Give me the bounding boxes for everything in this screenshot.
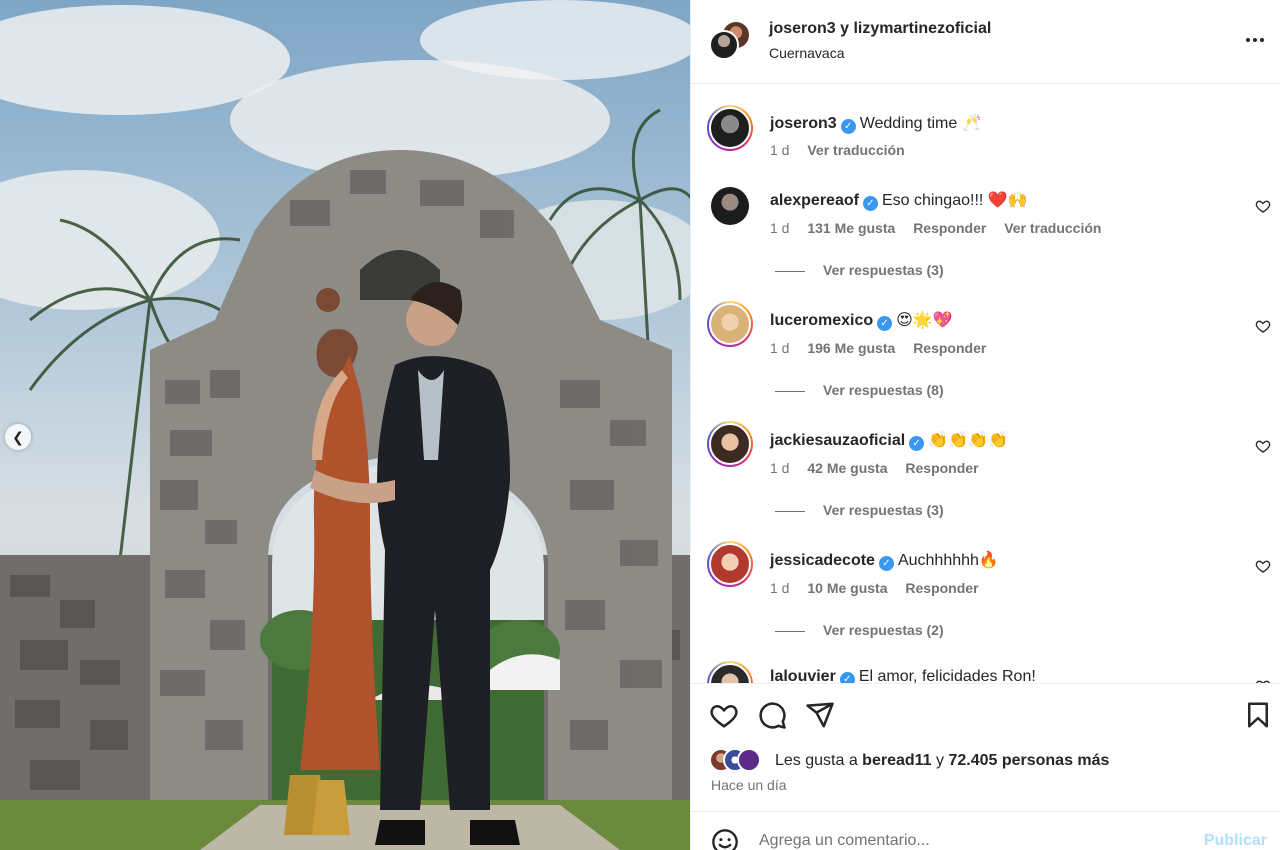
comment-meta: 1 d 196 Me gusta Responder	[770, 340, 1000, 356]
comment-likes[interactable]: 131 Me gusta	[807, 220, 895, 236]
comment-time[interactable]: 1 d	[770, 220, 789, 236]
comment-icon[interactable]	[757, 700, 787, 730]
verified-badge-icon: ✓	[862, 196, 878, 211]
likes-prefix: Les gusta a	[775, 752, 863, 769]
comment-text-line: lalouvier ✓ El amor, felicidades Ron!	[770, 668, 1036, 683]
comment-meta: 1 d 10 Me gusta Responder	[770, 580, 993, 596]
verified-badge-icon: ✓	[878, 556, 894, 571]
reply-button[interactable]: Responder	[913, 220, 986, 236]
comment-username[interactable]: jessicadecote	[770, 552, 875, 569]
comment-text: 😍🌟💖	[896, 312, 953, 329]
avatar[interactable]	[707, 421, 753, 467]
avatar[interactable]	[711, 187, 749, 225]
likes-connector: y	[931, 752, 949, 769]
view-replies-button[interactable]: Ver respuestas (3)	[775, 262, 944, 278]
comment-meta: 1 d 42 Me gusta Responder	[770, 460, 993, 476]
post-sidebar: joseron3 y lizymartinezoficial Cuernavac…	[690, 0, 1280, 850]
verified-badge-icon: ✓	[909, 436, 925, 451]
replies-divider	[775, 390, 805, 392]
reply-button[interactable]: Responder	[913, 340, 986, 356]
view-replies-label[interactable]: Ver respuestas (2)	[823, 622, 944, 638]
post-location[interactable]: Cuernavaca	[769, 45, 845, 61]
heart-icon[interactable]	[1255, 438, 1271, 454]
comment-text-line: jackiesauzaoficial ✓ 👏👏👏👏	[770, 430, 1008, 451]
reply-button[interactable]: Responder	[905, 460, 978, 476]
likes-summary: Les gusta a beread11 y 72.405 personas m…	[775, 752, 1109, 770]
bookmark-icon[interactable]	[1243, 700, 1273, 730]
view-replies-label[interactable]: Ver respuestas (3)	[823, 262, 944, 278]
comment-likes[interactable]: 10 Me gusta	[807, 580, 887, 596]
collab-avatars[interactable]	[709, 20, 753, 64]
verified-badge-icon: ✓	[877, 316, 893, 331]
comment-text-line: alexpereaof ✓ Eso chingao!!! ❤️🙌	[770, 190, 1028, 211]
avatar[interactable]	[707, 105, 753, 151]
heart-icon[interactable]	[1255, 318, 1271, 334]
comment-username[interactable]: luceromexico	[770, 312, 873, 329]
translate-link[interactable]: Ver traducción	[807, 142, 904, 158]
author-username[interactable]: lizymartinezoficial	[853, 20, 991, 37]
author-username[interactable]: joseron3	[769, 20, 836, 37]
liked-by-username[interactable]: beread11	[862, 752, 931, 769]
comment-time[interactable]: 1 d	[770, 580, 789, 596]
post-header: joseron3 y lizymartinezoficial Cuernavac…	[691, 0, 1280, 84]
reply-button[interactable]: Responder	[905, 580, 978, 596]
comment-time[interactable]: 1 d	[770, 340, 789, 356]
chevron-left-icon[interactable]: ❮	[5, 424, 31, 450]
comment-text: El amor, felicidades Ron!	[858, 668, 1036, 683]
comment-time[interactable]: 1 d	[770, 142, 789, 158]
view-replies-label[interactable]: Ver respuestas (3)	[823, 502, 944, 518]
replies-divider	[775, 270, 805, 272]
author-connector: y	[835, 20, 854, 37]
comment-username[interactable]: alexpereaof	[770, 192, 859, 209]
comment-text: Wedding time 🥂	[859, 115, 982, 132]
publish-button[interactable]: Publicar	[1204, 832, 1267, 850]
caption-text-line: joseron3 ✓ Wedding time 🥂	[770, 113, 982, 134]
verified-badge-icon: ✓	[839, 672, 855, 683]
comment-likes[interactable]: 42 Me gusta	[807, 460, 887, 476]
comment-text: 👏👏👏👏	[928, 432, 1008, 449]
comment-username[interactable]: jackiesauzaoficial	[770, 432, 905, 449]
post-photo: ❮	[0, 0, 690, 850]
comment-username[interactable]: lalouvier	[770, 668, 836, 683]
share-icon[interactable]	[805, 700, 835, 730]
view-replies-button[interactable]: Ver respuestas (3)	[775, 502, 944, 518]
verified-badge-icon: ✓	[840, 119, 856, 134]
comment-text-line: luceromexico ✓ 😍🌟💖	[770, 310, 953, 331]
translate-link[interactable]: Ver traducción	[1004, 220, 1101, 236]
comment-text-line: jessicadecote ✓ Auchhhhhh🔥	[770, 550, 999, 571]
comment-meta: 1 d 131 Me gusta Responder Ver traducció…	[770, 220, 1115, 236]
view-replies-button[interactable]: Ver respuestas (2)	[775, 622, 944, 638]
comment-input[interactable]	[759, 832, 1179, 850]
heart-icon[interactable]	[709, 700, 739, 730]
heart-icon[interactable]	[1255, 198, 1271, 214]
avatar[interactable]	[737, 748, 761, 772]
replies-divider	[775, 630, 805, 632]
post-authors: joseron3 y lizymartinezoficial	[769, 20, 991, 38]
replies-divider	[775, 510, 805, 512]
avatar[interactable]	[709, 30, 739, 60]
add-comment-bar: Publicar	[691, 811, 1280, 850]
post-timestamp[interactable]: Hace un día	[711, 777, 787, 793]
view-replies-label[interactable]: Ver respuestas (8)	[823, 382, 944, 398]
likes-count[interactable]: 72.405 personas más	[948, 752, 1109, 769]
comment-meta: 1 d Ver traducción	[770, 142, 919, 158]
more-icon[interactable]	[1243, 28, 1267, 52]
view-replies-button[interactable]: Ver respuestas (8)	[775, 382, 944, 398]
comment-text: Eso chingao!!! ❤️🙌	[881, 192, 1028, 209]
emoji-icon[interactable]	[711, 828, 739, 850]
comment-username[interactable]: joseron3	[770, 115, 837, 132]
comments-list[interactable]: joseron3 ✓ Wedding time 🥂 1 d Ver traducci…	[691, 85, 1280, 683]
avatar[interactable]	[707, 301, 753, 347]
avatar[interactable]	[707, 541, 753, 587]
avatar[interactable]	[707, 661, 753, 683]
heart-icon[interactable]	[1255, 558, 1271, 574]
comment-likes[interactable]: 196 Me gusta	[807, 340, 895, 356]
comment-time[interactable]: 1 d	[770, 460, 789, 476]
comment-text: Auchhhhhh🔥	[897, 552, 999, 569]
post-actions: Les gusta a beread11 y 72.405 personas m…	[691, 683, 1280, 811]
